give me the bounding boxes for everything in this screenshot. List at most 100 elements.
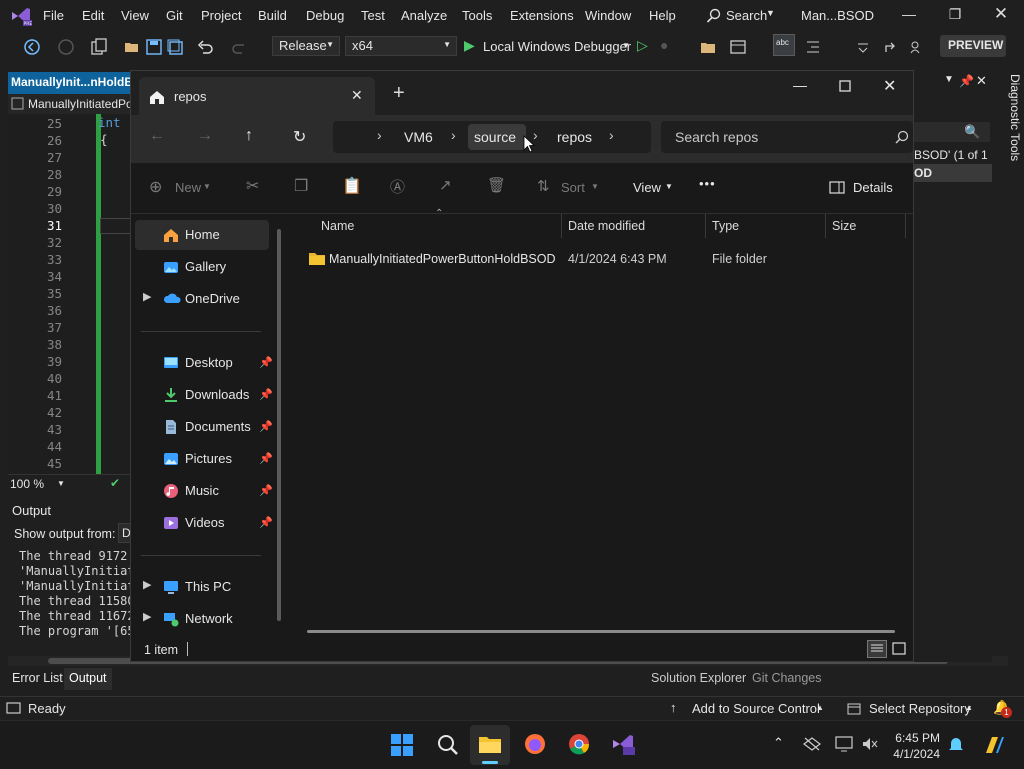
explorer-close-button[interactable]: ✕ [883,76,896,96]
menu-build[interactable]: Build [258,8,287,23]
undo-icon[interactable] [197,39,213,55]
forward-arrow-icon[interactable]: → [197,127,213,145]
document-tab[interactable]: ManuallyInit...nHoldB [8,72,133,94]
nav-item-this-pc[interactable]: ▶ This PC [135,572,269,602]
no-issues-icon[interactable]: ✔ [110,476,120,490]
save-icon[interactable] [146,39,162,55]
explorer-minimize-button[interactable]: — [793,77,807,93]
refresh-icon[interactable]: ↻ [293,127,306,147]
search-icon[interactable] [436,733,460,757]
preview-badge[interactable]: PREVIEW [940,35,1006,57]
notifications-button[interactable]: 🔔 1 [993,699,1013,719]
folder-icon[interactable] [700,39,716,55]
view-button[interactable]: View ▼ [631,177,681,199]
breadcrumb-vm6[interactable]: VM6 [404,129,433,145]
table-row[interactable]: ManuallyInitiatedPowerButtonHoldBSOD 4/1… [301,247,905,271]
pin-icon[interactable]: 📌 [259,356,273,369]
menu-window[interactable]: Window [585,8,631,23]
selected-result-row[interactable]: OD [912,164,992,182]
expand-chevron-icon[interactable]: ▶ [143,290,151,303]
back-arrow-icon[interactable]: ← [149,127,165,145]
menu-debug[interactable]: Debug [306,8,344,23]
breadcrumb-chevron-icon[interactable]: › [609,127,614,143]
menu-view[interactable]: View [121,8,149,23]
menu-analyze[interactable]: Analyze [401,8,447,23]
paste-icon[interactable]: 📋 [342,176,362,196]
start-debugging-button[interactable]: ▶ Local Windows Debugger ▼ [464,37,634,57]
notification-bell-icon[interactable] [947,736,965,754]
nav-item-desktop[interactable]: Desktop 📌 [135,348,273,378]
save-all-icon[interactable] [167,39,183,55]
menu-extensions[interactable]: Extensions [510,8,574,23]
volume-muted-icon[interactable] [861,736,879,752]
feedback-icon[interactable] [909,39,925,55]
new-project-icon[interactable] [90,38,108,56]
share-icon[interactable]: ↗ [439,176,452,194]
network-status-icon[interactable] [803,736,821,752]
search-box[interactable]: Search repos [661,121,913,153]
add-to-source-control-button[interactable]: ↑ Add to Source Control ▲ [670,699,830,719]
breadcrumb-repos[interactable]: repos [557,129,592,145]
details-pane-button[interactable]: Details [829,177,899,199]
vs-restore-button[interactable]: ❐ [943,6,967,23]
menu-tools[interactable]: Tools [462,8,492,23]
large-icons-view-icon[interactable] [892,642,906,655]
menu-file[interactable]: File [43,8,64,23]
nav-item-network[interactable]: ▶ Network [135,604,269,634]
indent-icon[interactable] [805,39,821,55]
explorer-tab[interactable]: repos ✕ [139,77,375,115]
sort-button[interactable]: ⇅ Sort ▼ [537,177,601,199]
column-header-date-modified[interactable]: Date modified [568,219,645,233]
breadcrumb-chevron-icon[interactable]: › [377,127,382,143]
file-list-horizontal-scrollbar[interactable] [307,630,895,633]
nav-item-onedrive[interactable]: ▶ OneDrive [135,284,269,314]
display-icon[interactable] [835,736,853,752]
nav-item-videos[interactable]: Videos 📌 [135,508,273,538]
zoom-level[interactable]: 100 % [10,477,44,491]
close-tab-icon[interactable]: ✕ [351,87,363,104]
firefox-icon[interactable] [523,732,547,756]
more-toolbar-icon[interactable] [855,39,871,55]
column-divider[interactable] [825,214,826,238]
chevron-down-icon[interactable]: ▼ [57,479,65,488]
up-arrow-icon[interactable]: ↑ [245,127,253,145]
address-bar[interactable]: › VM6 › source › repos › [333,121,651,153]
nav-pane-scrollbar[interactable] [277,229,281,621]
back-icon[interactable] [24,39,40,55]
tab-solution-explorer[interactable]: Solution Explorer [651,671,746,685]
column-header-name[interactable]: Name [321,219,354,233]
code-editor[interactable]: int { [8,114,135,474]
menu-help[interactable]: Help [649,8,676,23]
open-folder-icon[interactable] [124,39,140,55]
visual-studio-preview-icon[interactable] [611,732,635,756]
column-divider[interactable] [705,214,706,238]
pin-icon[interactable]: 📌 [259,420,273,433]
redo-icon[interactable] [232,39,248,55]
vs-close-button[interactable]: ✕ [989,4,1013,24]
tab-git-changes[interactable]: Git Changes [752,671,821,685]
nav-item-gallery[interactable]: Gallery [135,252,269,282]
breadcrumb-chevron-icon[interactable]: › [451,127,456,143]
details-view-button[interactable] [867,640,887,658]
tab-error-list[interactable]: Error List [12,671,63,685]
column-header-type[interactable]: Type [712,219,739,233]
pin-icon[interactable]: 📌 [259,516,273,529]
close-tool-window-icon[interactable]: ✕ [976,73,987,89]
clock[interactable]: 6:45 PM 4/1/2024 [884,729,944,763]
diagnostic-tools-tab[interactable]: Diagnostic Tools [994,72,1024,172]
nav-item-home[interactable]: Home [135,220,269,250]
configuration-select[interactable]: Release ▼ [272,36,340,56]
pin-icon[interactable]: 📌 [259,388,273,401]
expand-chevron-icon[interactable]: ▶ [143,610,151,623]
nav-item-documents[interactable]: Documents 📌 [135,412,273,442]
vs-minimize-button[interactable]: — [897,6,921,22]
find-box[interactable]: 🔍 [914,122,990,142]
dropdown-arrow-icon[interactable]: ▼ [944,74,954,85]
chevron-up-icon[interactable]: ⌃ [773,735,784,751]
nav-item-downloads[interactable]: Downloads 📌 [135,380,273,410]
delete-icon[interactable]: 🗑 [487,176,506,194]
chrome-icon[interactable] [567,732,591,756]
cut-icon[interactable]: ✂ [246,176,259,196]
rename-icon[interactable]: Ⓐ [390,176,405,197]
start-without-debugging-icon[interactable]: ▷ [637,37,648,54]
